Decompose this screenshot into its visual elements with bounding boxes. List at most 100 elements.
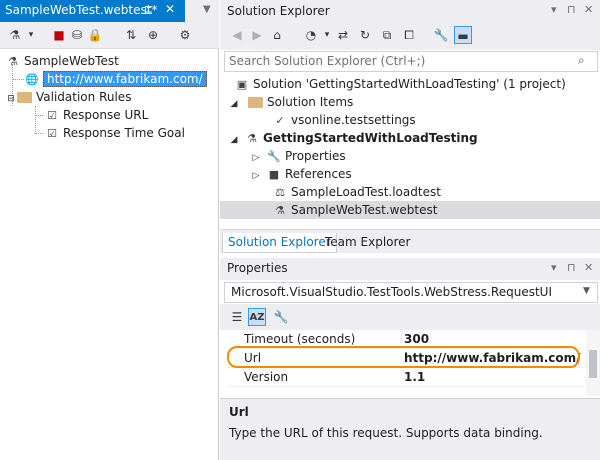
home-icon[interactable]: ⌂ [268, 26, 286, 44]
parameterize-icon[interactable]: ⇅ [122, 26, 140, 44]
tree-solution-items[interactable]: ◢ Solution Items [228, 93, 354, 113]
pin-icon[interactable]: ⊓ [567, 3, 576, 16]
property-value[interactable]: 1.1 [404, 368, 425, 387]
refresh-icon[interactable]: ↻ [356, 26, 374, 44]
property-row[interactable]: Version 1.1 [228, 368, 586, 387]
solution-search-input[interactable]: Search Solution Explorer (Ctrl+;) [224, 51, 598, 72]
close-icon[interactable]: ✕ [584, 3, 593, 16]
wrench-icon[interactable]: 🔧 [432, 26, 450, 44]
request-url-label: http://www.fabrikam.com/ [43, 71, 207, 87]
validation-rule-icon: ☑ [47, 108, 57, 122]
tree-guide [35, 115, 43, 116]
rule-label: Response Time Goal [63, 126, 185, 140]
test-project-icon: ⚗ [247, 131, 257, 145]
document-tab-title: SampleWebTest.webtest* [5, 3, 158, 17]
tree-guide [12, 79, 24, 80]
tree-request-node[interactable]: 🌐 http://www.fabrikam.com/ [24, 70, 207, 88]
solution-explorer-title: Solution Explorer [227, 4, 330, 18]
chevron-down-icon[interactable]: ▾ [551, 261, 557, 274]
show-all-files-icon[interactable]: ⧠ [400, 26, 418, 44]
tree-root-webtest[interactable]: ⚗ SampleWebTest [5, 52, 119, 70]
tree-testsettings[interactable]: ✓ vsonline.testsettings [272, 111, 416, 129]
tree-loadtest[interactable]: ⚖ SampleLoadTest.loadtest [272, 183, 441, 201]
expanded-icon[interactable]: ◢ [228, 131, 240, 149]
tree-root-label: SampleWebTest [24, 54, 119, 68]
add-datasource-icon[interactable]: ⛁ [68, 26, 86, 44]
close-icon[interactable]: ✕ [584, 261, 593, 274]
loadtest-label: SampleLoadTest.loadtest [291, 185, 441, 199]
expanded-icon[interactable]: ◢ [228, 95, 240, 113]
back-icon[interactable]: ◀ [228, 26, 246, 44]
rule-label: Response URL [63, 108, 149, 122]
collapse-icon[interactable]: ⊟ [5, 90, 17, 108]
close-icon[interactable]: ✕ [165, 2, 175, 16]
property-row[interactable]: Url http://www.fabrikam.com/ [228, 349, 586, 368]
property-pages-icon[interactable]: 🔧 [272, 308, 290, 326]
properties-object-selector[interactable]: Microsoft.VisualStudio.TestTools.WebStre… [224, 282, 598, 303]
tab-team-explorer[interactable]: Team Explorer [320, 233, 416, 253]
categorized-icon[interactable]: ☰ [228, 308, 246, 326]
validation-rules-label: Validation Rules [36, 90, 132, 104]
collapsed-icon[interactable]: ▷ [250, 167, 262, 185]
add-plugin-icon[interactable]: ⊕ [144, 26, 162, 44]
tree-solution[interactable]: ▣ Solution 'GettingStartedWithLoadTesting… [234, 75, 566, 93]
webtest-icon: ⚗ [275, 203, 285, 217]
tree-rule-item[interactable]: ☑ Response Time Goal [44, 124, 185, 142]
wrench-icon: 🔧 [267, 149, 281, 163]
references-label: References [285, 167, 352, 181]
property-name: Timeout (seconds) [244, 332, 356, 346]
validation-rule-icon: ☑ [47, 126, 57, 140]
tab-well [185, 0, 219, 22]
forward-icon[interactable]: ▶ [248, 26, 266, 44]
tree-project[interactable]: ◢ ⚗ GettingStartedWithLoadTesting [228, 129, 478, 147]
description-text: Type the URL of this request. Supports d… [229, 426, 543, 440]
solution-icon: ▣ [236, 77, 248, 91]
tree-properties[interactable]: ▷ 🔧 Properties [250, 147, 346, 165]
testsettings-icon: ✓ [275, 113, 285, 127]
property-row[interactable]: Timeout (seconds) 300 [228, 330, 586, 349]
solution-explorer-header: Solution Explorer ▾ ⊓ ✕ [220, 0, 600, 22]
preview-icon[interactable]: ▬ [454, 26, 472, 44]
scrollbar-thumb[interactable] [589, 350, 597, 378]
properties-title: Properties [227, 261, 288, 275]
property-name: Version [244, 370, 289, 384]
properties-toolbar: ☰ AZ 🔧 [220, 304, 600, 330]
alphabetical-icon[interactable]: AZ [248, 308, 266, 326]
tree-guide [35, 106, 36, 134]
property-name: Url [244, 351, 262, 365]
tree-guide [35, 133, 43, 134]
properties-label: Properties [285, 149, 346, 163]
globe-icon: 🌐 [25, 72, 39, 86]
loadtest-icon: ⚖ [275, 185, 285, 199]
tree-rule-item[interactable]: ☑ Response URL [44, 106, 148, 124]
folder-icon [17, 92, 32, 103]
references-icon: ■ [268, 167, 280, 181]
record-icon[interactable]: ■ [50, 26, 68, 44]
tree-validation-rules[interactable]: ⊟ Validation Rules [5, 88, 131, 106]
collapse-all-icon[interactable]: ⧉ [378, 26, 396, 44]
tree-webtest[interactable]: ⚗ SampleWebTest.webtest [220, 201, 600, 219]
tree-references[interactable]: ▷ ■ References [250, 165, 352, 183]
solution-items-label: Solution Items [267, 95, 354, 109]
explorer-tab-strip: Solution Explorer Team Explorer [220, 229, 600, 253]
solution-label: Solution 'GettingStartedWithLoadTesting'… [253, 77, 566, 91]
testsettings-label: vsonline.testsettings [291, 113, 416, 127]
sync-icon[interactable]: ⇄ [334, 26, 352, 44]
search-icon[interactable]: ⌕ [578, 53, 585, 68]
webtest-toolbar: ⚗ ▾ ■ ⛁ 🔒 ⇅ ⊕ ⚙ [0, 22, 219, 49]
chevron-down-icon[interactable]: ▾ [551, 3, 557, 16]
pin-icon[interactable]: ⊓ [567, 261, 576, 274]
pin-icon[interactable]: ⊑ [144, 3, 153, 16]
chevron-down-icon[interactable]: ▾ [22, 26, 40, 44]
property-value[interactable]: 300 [404, 330, 429, 349]
credentials-icon[interactable]: 🔒 [86, 26, 104, 44]
generate-code-icon[interactable]: ⚙ [176, 26, 194, 44]
webtest-icon: ⚗ [8, 54, 18, 68]
chevron-down-icon[interactable]: ▼ [203, 4, 211, 15]
chevron-down-icon[interactable]: ▼ [583, 286, 590, 296]
webtest-label: SampleWebTest.webtest [291, 203, 438, 217]
project-label: GettingStartedWithLoadTesting [263, 131, 478, 145]
property-value[interactable]: http://www.fabrikam.com/ [404, 349, 581, 368]
description-title: Url [229, 405, 249, 419]
solution-explorer-toolbar: ◀ ▶ ⌂ ◔ ▾ ⇄ ↻ ⧉ ⧠ 🔧 ▬ [220, 22, 600, 50]
